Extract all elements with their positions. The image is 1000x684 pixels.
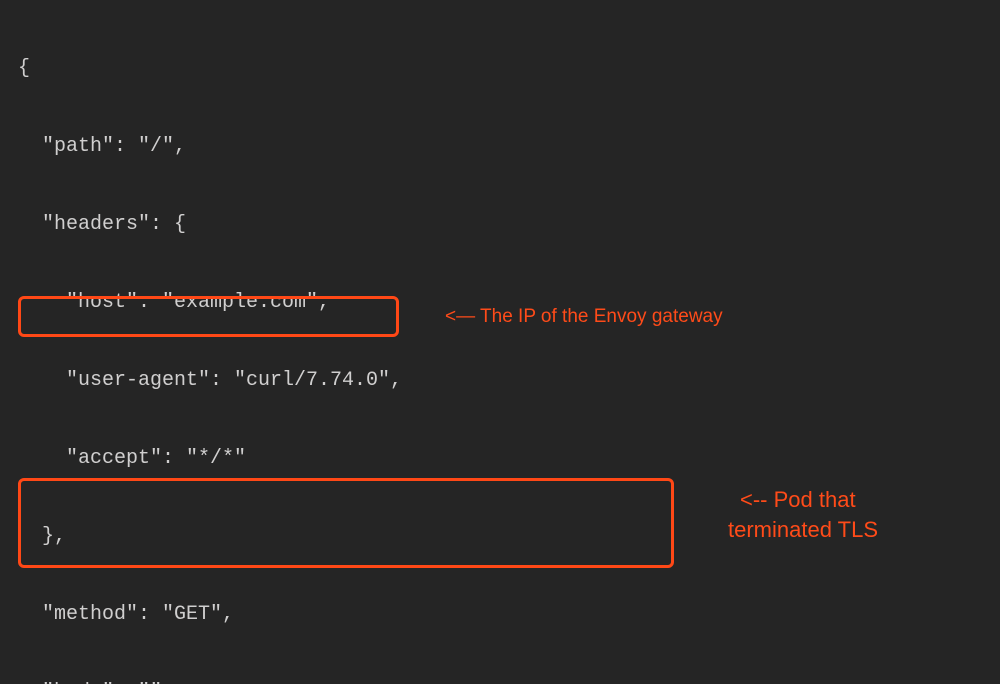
json-line: "user-agent": "curl/7.74.0", <box>18 368 982 394</box>
terminal-output: { "path": "/", "headers": { "host": "exa… <box>0 0 1000 684</box>
annotation-ip: <— The IP of the Envoy gateway <box>445 304 723 330</box>
annotation-os-line2: terminated TLS <box>728 517 878 543</box>
json-line: "headers": { <box>18 212 982 238</box>
json-line: "accept": "*/*" <box>18 446 982 472</box>
json-line: "path": "/", <box>18 134 982 160</box>
annotation-os-line1: <-- Pod that <box>740 487 856 513</box>
json-line: "body": "", <box>18 680 982 684</box>
json-line: { <box>18 56 982 82</box>
json-line: "method": "GET", <box>18 602 982 628</box>
